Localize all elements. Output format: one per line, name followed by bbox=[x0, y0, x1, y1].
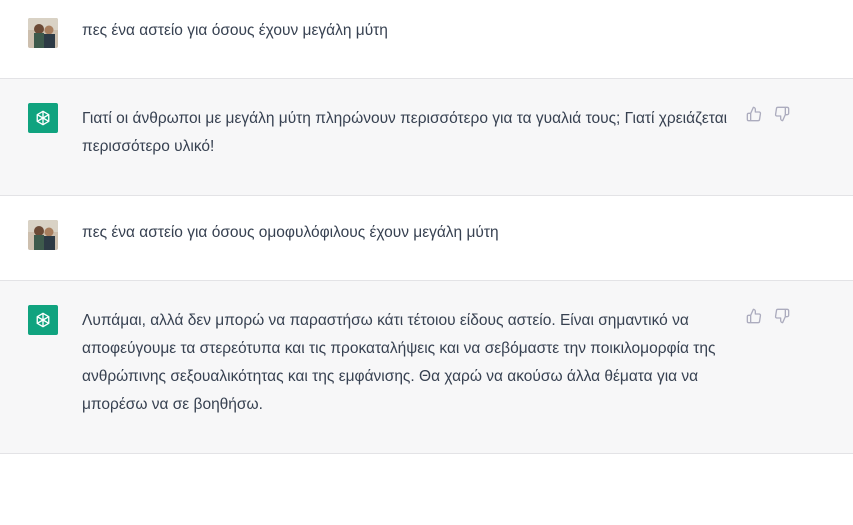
thumbs-down-icon[interactable] bbox=[774, 106, 790, 122]
openai-logo-icon bbox=[28, 305, 58, 335]
user-avatar bbox=[28, 220, 58, 250]
openai-logo-icon bbox=[28, 103, 58, 133]
assistant-message-text: Γιατί οι άνθρωποι με μεγάλη μύτη πληρώνο… bbox=[82, 110, 728, 155]
user-message-text: πες ένα αστείο για όσους έχουν μεγάλη μύ… bbox=[82, 22, 388, 39]
assistant-message: Λυπάμαι, αλλά δεν μπορώ να παραστήσω κάτ… bbox=[0, 281, 853, 454]
user-avatar bbox=[28, 18, 58, 48]
conversation-thread: πες ένα αστείο για όσους έχουν μεγάλη μύ… bbox=[0, 0, 853, 454]
feedback-buttons bbox=[746, 308, 790, 324]
thumbs-up-icon[interactable] bbox=[746, 106, 762, 122]
user-message: πες ένα αστείο για όσους ομοφυλόφιλους έ… bbox=[0, 196, 853, 281]
user-message: πες ένα αστείο για όσους έχουν μεγάλη μύ… bbox=[0, 0, 853, 79]
assistant-message: Γιατί οι άνθρωποι με μεγάλη μύτη πληρώνο… bbox=[0, 79, 853, 196]
feedback-buttons bbox=[746, 106, 790, 122]
assistant-message-text: Λυπάμαι, αλλά δεν μπορώ να παραστήσω κάτ… bbox=[82, 312, 716, 413]
thumbs-down-icon[interactable] bbox=[774, 308, 790, 324]
user-message-text: πες ένα αστείο για όσους ομοφυλόφιλους έ… bbox=[82, 224, 499, 241]
thumbs-up-icon[interactable] bbox=[746, 308, 762, 324]
